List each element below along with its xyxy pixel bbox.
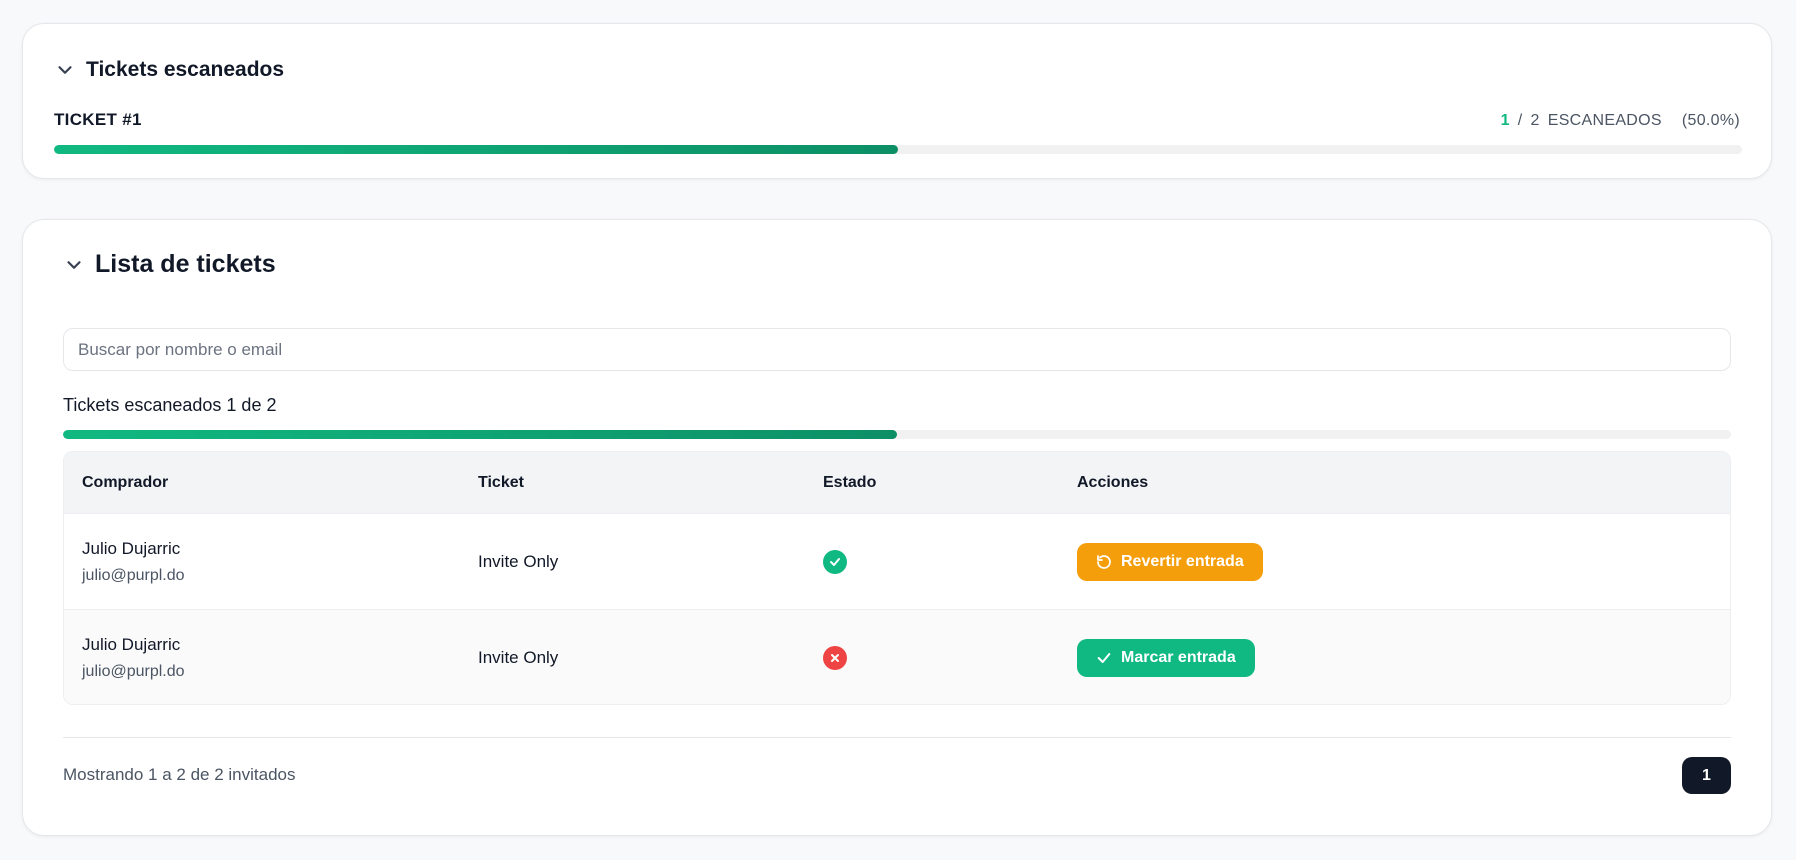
scan-status-text: Tickets escaneados 1 de 2 xyxy=(63,395,277,415)
table-header: Comprador Ticket Estado Acciones xyxy=(64,452,1730,513)
scanned-word: ESCANEADOS xyxy=(1547,112,1662,129)
check-icon xyxy=(1097,652,1111,663)
tickets-table: Comprador Ticket Estado Acciones Julio D… xyxy=(63,451,1731,705)
scan-count: 1 / 2 ESCANEADOS (50.0%) xyxy=(1501,112,1740,130)
column-header: Ticket xyxy=(478,473,524,491)
buyer-cell: Julio Dujarric julio@purpl.do xyxy=(64,539,478,585)
scan-summary-card: Tickets escaneados TICKET #1 1 / 2 ESCAN… xyxy=(22,23,1772,179)
chevron-down-icon[interactable] xyxy=(54,59,76,81)
check-circle-icon xyxy=(823,549,847,574)
mark-entry-label: Marcar entrada xyxy=(1121,648,1236,666)
mark-entry-button[interactable]: Marcar entrada xyxy=(1077,638,1255,677)
status-cell xyxy=(823,549,1077,574)
scanned-count: 1 xyxy=(1500,112,1510,129)
total-count: 2 xyxy=(1530,112,1540,129)
scan-summary-header[interactable]: Tickets escaneados xyxy=(54,58,284,82)
chevron-down-icon[interactable] xyxy=(63,254,85,276)
scan-summary-title: Tickets escaneados xyxy=(86,58,285,81)
ticket-type: Invite Only xyxy=(478,647,559,667)
ticket-type: Invite Only xyxy=(478,551,559,571)
scan-percent: (50.0%) xyxy=(1681,112,1740,129)
buyer-cell: Julio Dujarric julio@purpl.do xyxy=(64,635,478,681)
ticket-list-header[interactable]: Lista de tickets xyxy=(63,250,276,279)
buyer-email: julio@purpl.do xyxy=(82,662,185,680)
list-progress-bar xyxy=(63,430,1731,439)
actions-cell: Marcar entrada xyxy=(1077,638,1730,677)
footer-divider xyxy=(63,737,1731,738)
ticket-list-card: Lista de tickets Tickets escaneados 1 de… xyxy=(22,219,1772,836)
count-separator: / xyxy=(1517,112,1523,129)
pagination-summary: Mostrando 1 a 2 de 2 invitados xyxy=(63,765,296,784)
x-circle-icon xyxy=(823,645,847,670)
ticket-list-title: Lista de tickets xyxy=(95,250,276,278)
revert-entry-label: Revertir entrada xyxy=(1121,552,1244,570)
table-row: Julio Dujarric julio@purpl.do Invite Onl… xyxy=(64,609,1730,704)
summary-progress-fill xyxy=(54,145,898,154)
page-1-button[interactable]: 1 xyxy=(1682,757,1731,794)
summary-progress-bar xyxy=(54,145,1742,154)
column-header: Estado xyxy=(823,473,877,491)
search-input[interactable] xyxy=(63,328,1731,371)
buyer-email: julio@purpl.do xyxy=(82,566,185,584)
revert-entry-button[interactable]: Revertir entrada xyxy=(1077,542,1263,581)
buyer-name: Julio Dujarric xyxy=(82,634,181,654)
column-header: Comprador xyxy=(82,473,169,491)
buyer-name: Julio Dujarric xyxy=(82,538,181,558)
actions-cell: Revertir entrada xyxy=(1077,542,1730,581)
ticket-label: TICKET #1 xyxy=(54,110,142,129)
undo-icon xyxy=(1097,554,1111,569)
table-row: Julio Dujarric julio@purpl.do Invite Onl… xyxy=(64,513,1730,609)
list-progress-fill xyxy=(63,430,897,439)
column-header: Acciones xyxy=(1077,473,1149,491)
status-cell xyxy=(823,645,1077,670)
